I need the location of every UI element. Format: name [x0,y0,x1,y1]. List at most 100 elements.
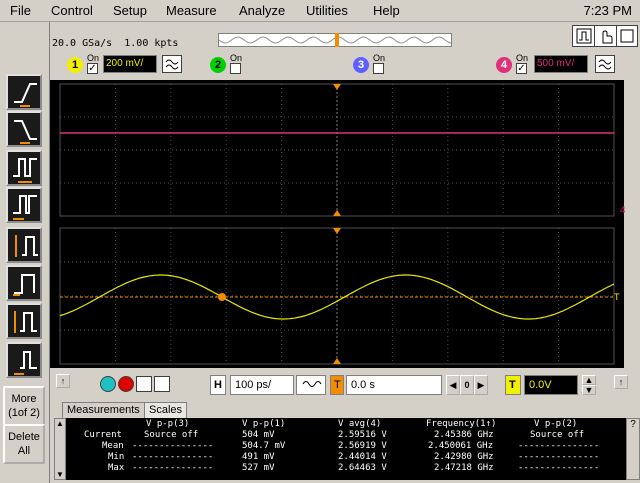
channel-4-coupling-button[interactable] [595,55,615,73]
delay-right-button[interactable]: ▶ [474,375,488,395]
scroll-down-arrow[interactable]: ▼ [55,470,65,479]
menu-measure[interactable]: Measure [166,3,217,18]
channel-4-on-checkbox[interactable]: ✓ [516,63,527,74]
pulse-width-trigger-button[interactable] [6,150,42,186]
time-reference-marker-bottom[interactable] [333,210,341,216]
time-reference-marker-top-lower[interactable] [333,228,341,234]
window-icon [14,311,37,333]
print-icon[interactable] [154,376,170,392]
timeout-trigger-button[interactable] [6,342,42,378]
measurements-scrollbar[interactable]: ▲ ▼ [54,418,66,480]
menu-setup[interactable]: Setup [113,3,147,18]
channel-3-on-checkbox[interactable] [373,63,384,74]
delete-all-button[interactable]: Delete All [3,424,45,464]
header-vpp2: V p-p(2) [534,419,578,429]
channel-1-on-checkbox[interactable]: ✓ [87,63,98,74]
run-icon[interactable] [100,376,116,392]
trigger-label: T [505,375,521,395]
horizontal-label: H [210,375,226,395]
channel-1-coupling-button[interactable] [162,55,182,73]
window-trigger-button[interactable] [6,303,42,339]
channel-3-on-label: On [373,53,386,63]
scroll-up-button[interactable]: ↑ [56,374,70,388]
channel-2-on-label: On [230,53,243,63]
control-strip: ↑ H 100 ps/ T 0.0 s ◀ 0 ▶ T 0.0V ▲ ▼ ↑ [50,372,640,398]
minimize-button[interactable] [616,25,638,47]
mean-vpp1: 504.7 mV [242,441,286,451]
mean-vavg4: 2.56919 V [338,441,387,451]
sample-rate: 20.0 GSa/s [52,38,113,49]
touch-screen-button[interactable] [594,25,618,47]
memory-depth: 1.00 kpts [124,38,179,49]
glitch-icon [13,195,37,220]
time-reference-marker-top[interactable] [333,84,341,90]
mean-vpp3: --------------- [132,441,214,451]
menu-utilities[interactable]: Utilities [306,3,348,18]
min-vavg4: 2.44014 V [338,452,387,462]
channel-3-badge[interactable]: 3 [353,57,369,73]
current-vpp3: Source off [144,430,199,440]
setup-hold-icon [15,235,38,257]
falling-edge-trigger-button[interactable] [6,111,42,147]
timebase-field[interactable]: 100 ps/ [230,375,294,395]
delay-zero-button[interactable]: 0 [460,375,474,395]
runt-trigger-button[interactable] [6,265,42,301]
menu-control[interactable]: Control [51,3,93,18]
channel-4-badge[interactable]: 4 [496,57,512,73]
menu-file[interactable]: File [10,3,31,18]
coupling-wave-icon [302,381,322,387]
waveform-window-icon [576,28,592,44]
trigger-level-up-button[interactable]: ▲ [582,375,596,385]
minimize-icon [620,29,634,43]
trigger-level-marker[interactable]: T [614,292,620,302]
lower-graticule [59,227,615,365]
snapshot-icon[interactable] [136,376,152,392]
trigger-point-marker[interactable] [218,293,226,301]
more-page-label: (1of 2) [8,407,40,419]
max-frequency1: 2.47218 GHz [434,463,494,473]
min-vpp2: --------------- [518,452,600,462]
overview-position-marker[interactable] [335,33,339,47]
stop-icon[interactable] [118,376,134,392]
channel-4-scale-field[interactable]: 500 mV/ [534,55,588,73]
scroll-up-arrow[interactable]: ▲ [55,419,65,428]
channel-4-offset-marker[interactable]: 4 [620,205,626,216]
trigger-level-down-button[interactable]: ▼ [582,385,596,395]
waveform-overview-bar[interactable] [218,33,452,47]
rising-edge-trigger-button[interactable] [6,74,42,110]
min-vpp3: --------------- [132,452,214,462]
waveform-display[interactable] [50,80,624,368]
menu-help[interactable]: Help [373,3,400,18]
channel-2-on-checkbox[interactable] [230,63,241,74]
time-reference-marker-bottom-lower[interactable] [333,358,341,364]
trigger-position-badge[interactable]: T [330,375,344,395]
channel-1-on-label: On [87,53,100,63]
current-vavg4: 2.59516 V [338,430,387,440]
max-vpp3: --------------- [132,463,214,473]
tab-scales[interactable]: Scales [144,402,188,418]
channel-controls: 1 On ✓ 200 mV/ 2 On 3 On 4 On ✓ 500 mV/ [50,50,640,80]
upper-graticule [59,83,615,217]
channel-1-scale-field[interactable]: 200 mV/ [103,55,157,73]
delay-left-button[interactable]: ◀ [446,375,460,395]
measurements-panel: Measurements Scales ▲ ▼ V p-p(3) V p-p(1… [50,400,640,483]
waveform-graticule [59,83,615,365]
single-screen-button[interactable] [572,25,596,47]
help-button[interactable]: ? [626,418,640,480]
glitch-trigger-button[interactable] [6,187,42,223]
setup-hold-trigger-button[interactable] [6,227,42,263]
hand-pointer-icon [602,30,613,44]
timebase-adjust-button[interactable] [296,375,326,395]
channel-1-badge[interactable]: 1 [67,57,83,73]
delay-field[interactable]: 0.0 s [346,375,442,395]
row-label-current: Current [84,430,122,440]
trigger-level-field[interactable]: 0.0V [524,375,578,395]
measurements-table: V p-p(3) V p-p(1) V avg(4) Frequency(1↑)… [66,418,626,480]
more-button[interactable]: More (1of 2) [3,386,45,426]
channel-2-badge[interactable]: 2 [210,57,226,73]
tab-measurements[interactable]: Measurements [62,402,145,418]
pulse-icon [13,158,37,183]
scroll-up-right-button[interactable]: ↑ [614,375,628,389]
timeout-icon [14,351,37,375]
menu-analyze[interactable]: Analyze [239,3,285,18]
